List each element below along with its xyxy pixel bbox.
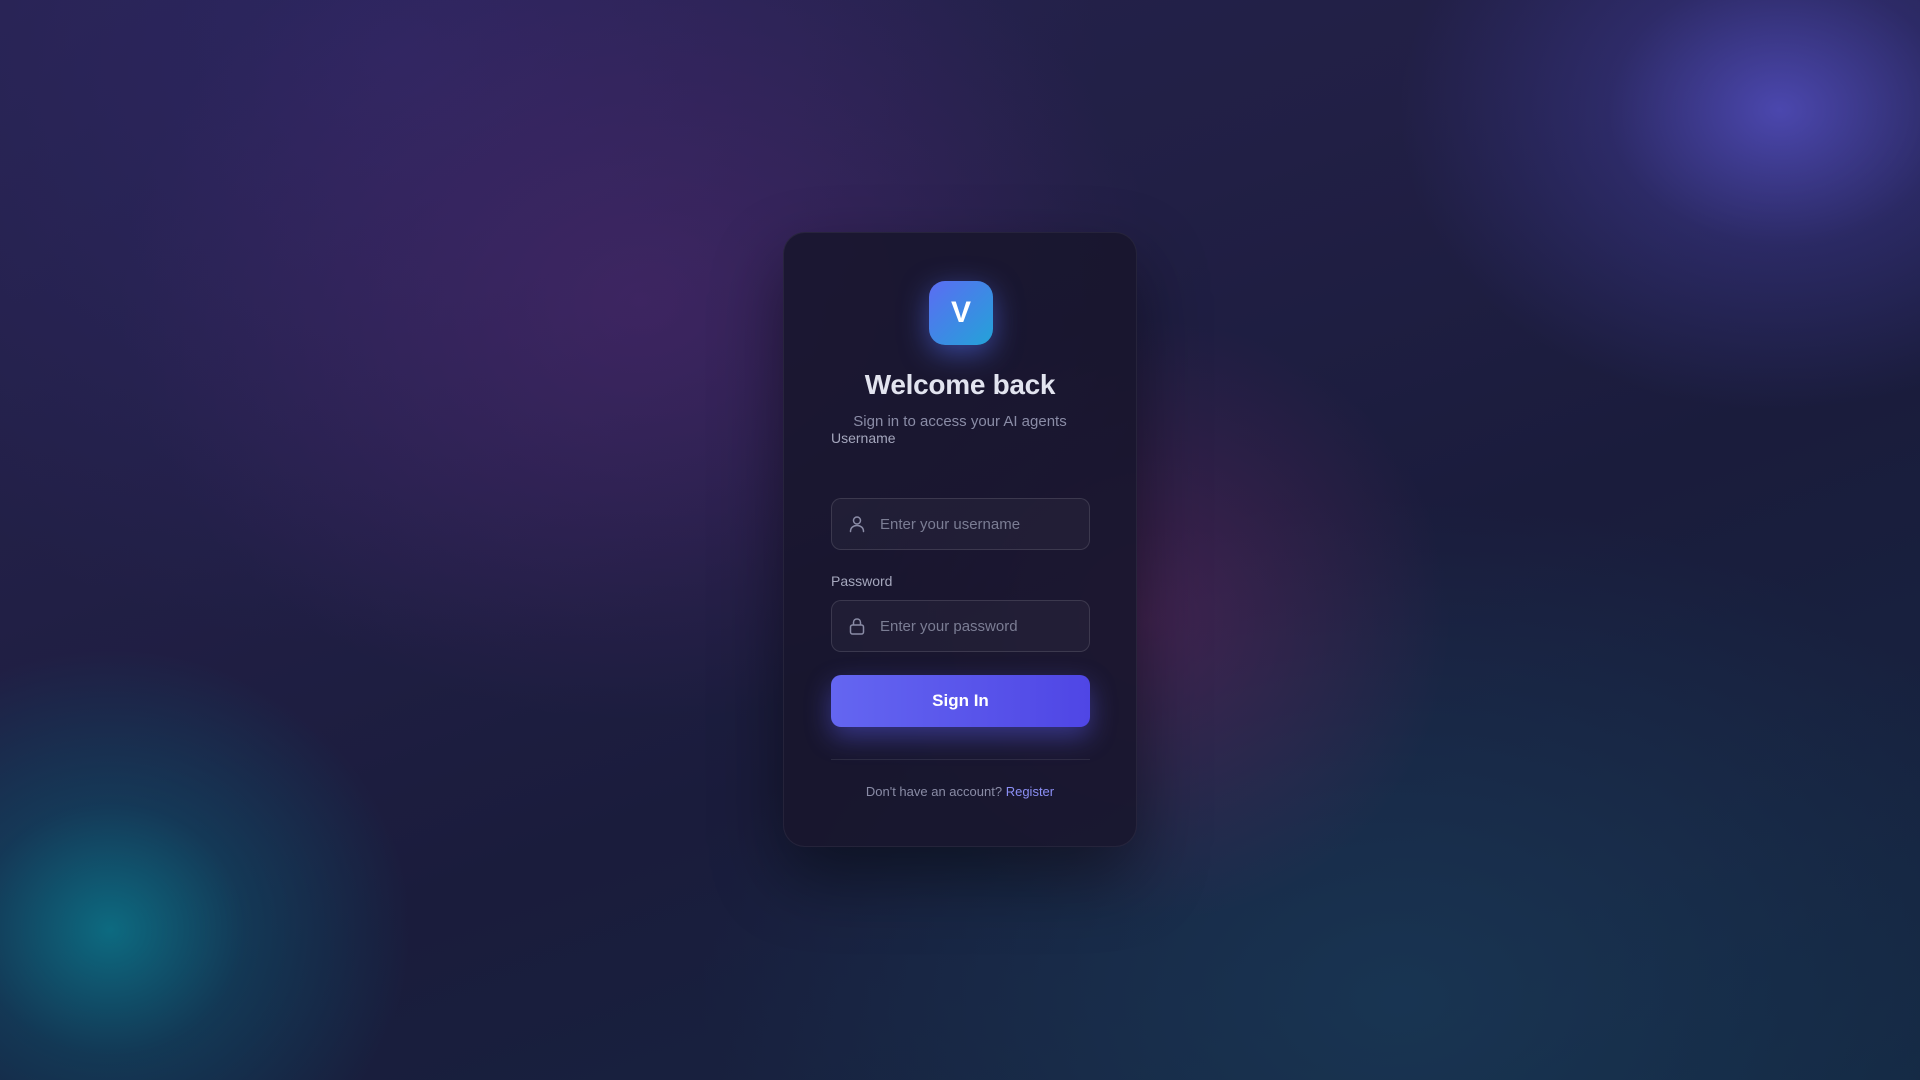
page-subtitle: Sign in to access your AI agents — [853, 413, 1067, 430]
password-label: Password — [831, 573, 893, 589]
username-input[interactable] — [880, 499, 1080, 549]
page-title: Welcome back — [864, 369, 1056, 400]
user-icon — [849, 516, 865, 533]
username-label: Username — [831, 430, 896, 446]
logo-letter: V — [950, 296, 971, 329]
sign-in-button[interactable]: Sign In — [831, 675, 1090, 727]
password-field[interactable] — [831, 600, 1090, 652]
password-input[interactable] — [880, 601, 1080, 651]
register-link[interactable]: Register — [1006, 784, 1054, 799]
register-prompt-text: Don't have an account? — [865, 784, 1003, 799]
lock-icon — [849, 618, 865, 635]
app-logo: V — [929, 281, 993, 345]
username-field[interactable] — [831, 498, 1090, 550]
login-card: V Welcome back Sign in to access your AI… — [783, 232, 1137, 847]
register-prompt: Don't have an account? Register — [784, 784, 1136, 799]
divider — [831, 759, 1090, 760]
